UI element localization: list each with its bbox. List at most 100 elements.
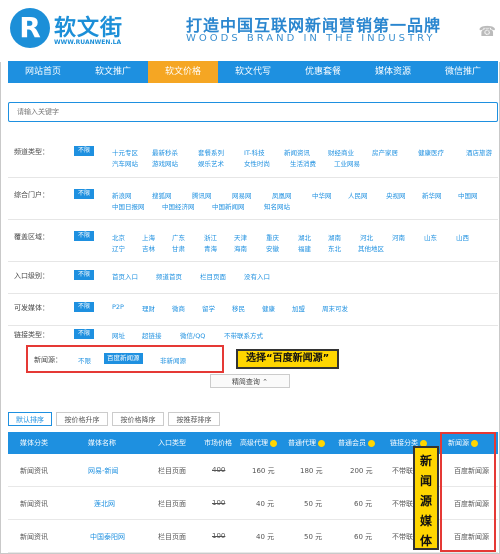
filter-all-button[interactable]: 不限 [74,146,95,156]
filter-option[interactable]: 中国日报网 [112,201,145,211]
filter-option[interactable]: 十元专区 [112,147,138,157]
filter-option[interactable]: 山西 [456,232,469,242]
filter-option[interactable]: 健康医疗 [418,147,444,157]
filter-option[interactable]: 重庆 [266,232,279,242]
filter-option[interactable]: 生活消费 [290,158,316,168]
filter-option[interactable]: 不带联系方式 [224,330,263,340]
filter-option[interactable]: 中国新闻网 [212,201,245,211]
filter-option[interactable]: 中国网 [458,190,478,200]
filter-option[interactable]: 微信/QQ [180,330,205,340]
filter-option[interactable]: 湖南 [328,232,341,242]
filter-option[interactable]: P2P [112,303,124,311]
filter-option[interactable]: 游戏网站 [152,158,178,168]
filter-option[interactable]: 山东 [424,232,437,242]
filter-option[interactable]: 人民网 [348,190,368,200]
filter-option[interactable]: 上海 [142,232,155,242]
filter-option[interactable]: 广东 [172,232,185,242]
filter-option[interactable]: 健康 [262,303,275,313]
filter-option[interactable]: 新浪网 [112,190,132,200]
filter-option[interactable]: 海南 [234,243,247,253]
nav-item-home[interactable]: 网站首页 [8,61,78,83]
filter-option[interactable]: 频道首页 [156,271,182,281]
filter-all-button[interactable]: 不限 [74,302,95,312]
filter-option[interactable]: 微商 [172,303,185,313]
filter-option[interactable]: 移民 [232,303,245,313]
filter-label: 覆盖区域： [14,233,49,241]
filter-option[interactable]: 女性时尚 [244,158,270,168]
sort-tab-price-asc[interactable]: 按价格升序 [56,412,108,426]
filter-option[interactable]: 中华网 [312,190,332,200]
filter-label: 链接类型： [14,331,49,339]
filter-option[interactable]: 理财 [142,303,155,313]
filter-option[interactable]: 加盟 [292,303,305,313]
logo-mark-icon: R [10,8,50,48]
search-input[interactable] [9,103,497,121]
nav-item-wechat[interactable]: 微信推广 [428,61,498,83]
sort-tab-default[interactable]: 默认排序 [8,412,52,426]
filter-option[interactable]: 腾讯网 [192,190,212,200]
filter-option[interactable]: 青海 [204,243,217,253]
filter-option[interactable]: 新华网 [422,190,442,200]
filter-all-button[interactable]: 不限 [74,329,95,339]
filter-all-button[interactable]: 不限 [74,189,95,199]
cell-media-name[interactable]: 莲北网 [94,499,115,509]
filter-option[interactable]: 东北 [328,243,341,253]
filter-option[interactable]: 吉林 [142,243,155,253]
news-source-non[interactable]: 非新闻源 [160,355,186,365]
filter-option[interactable]: 栏目页面 [200,271,226,281]
site-logo[interactable]: R 软文街 WWW.RUANWEN.LA [10,8,130,52]
filter-option[interactable]: 搜狐网 [152,190,172,200]
news-source-all[interactable]: 不限 [78,355,91,365]
precise-query-button[interactable]: 精简查询 ⌃ [210,374,290,388]
filter-option[interactable]: 北京 [112,232,125,242]
filter-option[interactable]: 娱乐艺术 [198,158,224,168]
filter-option[interactable]: 河北 [360,232,373,242]
filter-option[interactable]: 财经商业 [328,147,354,157]
nav-item-packages[interactable]: 优惠套餐 [288,61,358,83]
filter-option[interactable]: 河南 [392,232,405,242]
filter-option[interactable]: 天津 [234,232,247,242]
filter-option[interactable]: 网址 [112,330,125,340]
filter-all-button[interactable]: 不限 [74,231,95,241]
filter-option[interactable]: 最新秒杀 [152,147,178,157]
cell-media-name[interactable]: 中国泰阳网 [90,532,125,542]
filter-option[interactable]: 辽宁 [112,243,125,253]
filter-option[interactable]: 工业网易 [334,158,360,168]
filter-option[interactable]: 套餐系列 [198,147,224,157]
help-icon[interactable] [318,439,325,447]
filter-option[interactable]: 其他地区 [358,243,384,253]
help-icon[interactable] [270,439,277,447]
nav-item-price[interactable]: 软文价格 [148,61,218,83]
news-source-baidu-button[interactable]: 百度新闻源 [104,353,143,364]
filter-option[interactable]: 酒店旅游 [466,147,492,157]
filter-option[interactable]: 没有入口 [244,271,270,281]
nav-item-promotion[interactable]: 软文推广 [78,61,148,83]
sort-tab-recommend[interactable]: 按推荐排序 [168,412,220,426]
help-icon[interactable] [368,439,375,447]
sort-tab-price-desc[interactable]: 按价格降序 [112,412,164,426]
filter-option[interactable]: 央视网 [386,190,406,200]
filter-option[interactable]: 网易网 [232,190,252,200]
filter-all-button[interactable]: 不限 [74,270,95,280]
filter-option[interactable]: 湖北 [298,232,311,242]
filter-option[interactable]: 汽车网站 [112,158,138,168]
filter-option[interactable]: 浙江 [204,232,217,242]
filter-option[interactable]: 超链接 [142,330,162,340]
filter-option[interactable]: IT-科技 [244,147,265,157]
filter-option[interactable]: 首页入口 [112,271,138,281]
chevron-up-icon: ⌃ [262,378,269,386]
filter-option[interactable]: 凤凰网 [272,190,292,200]
filter-option[interactable]: 周末可发 [322,303,348,313]
filter-option[interactable]: 安徽 [266,243,279,253]
filter-option[interactable]: 甘肃 [172,243,185,253]
filter-option[interactable]: 新闻资讯 [284,147,310,157]
filter-option[interactable]: 房产家居 [372,147,398,157]
cell-category: 新闻资讯 [20,500,48,508]
nav-item-writing[interactable]: 软文代写 [218,61,288,83]
filter-option[interactable]: 知名网站 [264,201,290,211]
nav-item-media[interactable]: 媒体资源 [358,61,428,83]
cell-media-name[interactable]: 网易-新闻 [88,466,119,476]
filter-option[interactable]: 留学 [202,303,215,313]
filter-option[interactable]: 福建 [298,243,311,253]
filter-option[interactable]: 中国经济网 [162,201,195,211]
